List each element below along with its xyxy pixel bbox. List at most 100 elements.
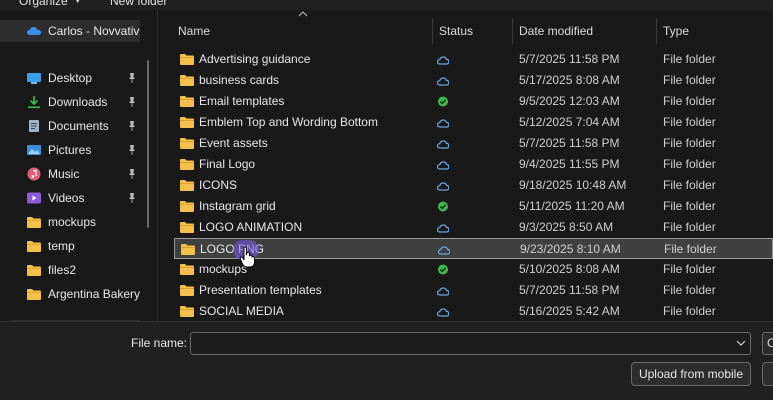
folder-icon xyxy=(180,159,194,170)
column-divider[interactable] xyxy=(512,18,513,44)
file-name-input[interactable] xyxy=(190,332,751,355)
nav-item-music[interactable]: Music xyxy=(0,162,150,186)
table-row[interactable]: Emblem Top and Wording Bottom 5/12/2025 7… xyxy=(174,112,773,133)
pictures-icon xyxy=(27,145,41,155)
table-row[interactable]: SOCIAL MEDIA 5/16/2025 5:42 AM File folder xyxy=(174,301,773,321)
nav-label: Pictures xyxy=(48,143,92,157)
new-folder-button[interactable]: New folder xyxy=(110,0,167,8)
table-row[interactable]: LOGO ANIMATION 9/3/2025 8:50 AM File folde… xyxy=(174,217,773,238)
folder-icon xyxy=(180,222,194,233)
pin-icon[interactable] xyxy=(126,71,138,85)
table-row[interactable]: Presentation templates 5/7/2025 11:58 PM F… xyxy=(174,280,773,301)
nav-item-downloads[interactable]: Downloads xyxy=(0,90,150,114)
cloud-status-icon xyxy=(437,287,449,296)
table-row[interactable]: business cards 5/17/2025 8:08 AM File fold… xyxy=(174,70,773,91)
folder-icon xyxy=(180,306,194,317)
date-modified-cell: 5/17/2025 8:08 AM xyxy=(519,73,620,87)
table-row[interactable]: mockups 5/10/2025 8:08 AM File folder xyxy=(174,259,773,280)
table-row[interactable]: Final Logo 9/4/2025 11:55 PM File folder xyxy=(174,154,773,175)
column-name-label: Name xyxy=(178,24,211,38)
date-modified-cell: 5/10/2025 8:08 AM xyxy=(519,262,620,276)
file-name-cell: ICONS xyxy=(199,178,238,192)
synced-check-icon xyxy=(438,264,448,275)
desktop-icon xyxy=(27,73,41,84)
table-row[interactable]: LOGO PNG 9/23/2025 8:10 AM File folder xyxy=(174,238,773,259)
type-cell: File folder xyxy=(663,220,716,234)
pin-icon[interactable] xyxy=(126,95,138,109)
nav-item-pictures[interactable]: Pictures xyxy=(0,138,150,162)
chevron-down-icon[interactable] xyxy=(735,337,747,349)
nav-label: temp xyxy=(48,239,75,253)
table-row[interactable]: Advertising guidance 5/7/2025 11:58 PM Fil… xyxy=(174,49,773,70)
file-type-select[interactable]: C xyxy=(762,332,773,355)
column-divider[interactable] xyxy=(432,18,433,44)
pin-icon[interactable] xyxy=(126,119,138,133)
column-header-status[interactable]: Status xyxy=(439,18,473,44)
table-row[interactable]: Email templates 9/5/2025 12:03 AM File fol… xyxy=(174,91,773,112)
cloud-status-icon xyxy=(437,77,449,86)
folder-icon xyxy=(180,201,194,212)
nav-item-onedrive[interactable]: Carlos - Novvativ xyxy=(0,20,140,42)
nav-label: Carlos - Novvativ xyxy=(48,24,140,38)
new-folder-label: New folder xyxy=(110,0,168,8)
date-modified-cell: 5/7/2025 11:58 PM xyxy=(519,136,620,150)
pin-icon[interactable] xyxy=(126,143,138,157)
folder-icon xyxy=(180,285,194,296)
cloud-status-icon xyxy=(437,119,449,128)
date-modified-cell: 9/23/2025 8:10 AM xyxy=(520,242,621,256)
type-cell: File folder xyxy=(663,94,716,108)
table-row[interactable]: Event assets 5/7/2025 11:58 PM File folder xyxy=(174,133,773,154)
type-cell: File folder xyxy=(663,157,716,171)
column-date-label: Date modified xyxy=(519,24,594,38)
file-type-label: C xyxy=(767,336,773,350)
date-modified-cell: 9/18/2025 10:48 AM xyxy=(519,178,627,192)
date-modified-cell: 9/5/2025 12:03 AM xyxy=(519,94,620,108)
nav-item-videos[interactable]: Videos xyxy=(0,186,150,210)
hand-cursor-icon xyxy=(239,246,255,268)
folder-icon xyxy=(27,241,41,252)
file-name-cell: Email templates xyxy=(199,94,285,108)
nav-item-desktop[interactable]: Desktop xyxy=(0,66,150,90)
column-header-name[interactable]: Name xyxy=(178,18,210,44)
upload-from-mobile-button[interactable]: Upload from mobile xyxy=(631,362,751,386)
nav-item-temp[interactable]: temp xyxy=(0,234,150,258)
date-modified-cell: 9/4/2025 11:55 PM xyxy=(519,157,620,171)
download-icon xyxy=(28,96,40,109)
synced-check-icon xyxy=(438,201,448,212)
table-row[interactable]: ICONS 9/18/2025 10:48 AM File folder xyxy=(174,175,773,196)
open-button[interactable] xyxy=(762,362,773,386)
column-header-date[interactable]: Date modified xyxy=(519,18,593,44)
command-bar: Organize ▼ New folder xyxy=(0,0,773,10)
type-cell: File folder xyxy=(663,304,716,318)
nav-label: files2 xyxy=(48,263,77,277)
videos-icon xyxy=(27,192,41,204)
nav-item-documents[interactable]: Documents xyxy=(0,114,150,138)
file-dialog-footer: File name: C Upload from mobile xyxy=(0,321,773,400)
music-icon xyxy=(27,167,41,181)
organize-button[interactable]: Organize ▼ xyxy=(19,0,82,8)
column-header-type[interactable]: Type xyxy=(663,18,689,44)
nav-item-files2[interactable]: files2 xyxy=(0,258,150,282)
nav-scrollbar[interactable] xyxy=(147,60,149,228)
cloud-status-icon xyxy=(437,161,449,170)
folder-icon xyxy=(180,54,194,65)
nav-item-argentina-bakery[interactable]: Argentina Bakery xyxy=(0,282,150,306)
nav-label: mockups xyxy=(48,215,97,229)
file-name-cell: LOGO ANIMATION xyxy=(199,220,303,234)
cloud-status-icon xyxy=(437,56,449,65)
cloud-status-icon xyxy=(437,182,449,191)
nav-label: Downloads xyxy=(48,95,108,109)
pin-icon[interactable] xyxy=(126,191,138,205)
type-cell: File folder xyxy=(663,283,716,297)
folder-icon xyxy=(180,117,194,128)
nav-item-mockups[interactable]: mockups xyxy=(0,210,150,234)
pin-icon[interactable] xyxy=(126,167,138,181)
column-divider[interactable] xyxy=(656,18,657,44)
chevron-down-icon: ▼ xyxy=(73,0,82,5)
column-type-label: Type xyxy=(663,24,690,38)
file-name-label: File name: xyxy=(131,336,188,350)
table-row[interactable]: Instagram grid 5/11/2025 11:20 AM File fol… xyxy=(174,196,773,217)
nav-label: Argentina Bakery xyxy=(48,287,141,301)
folder-icon xyxy=(180,75,194,86)
file-name-cell: SOCIAL MEDIA xyxy=(199,304,284,318)
